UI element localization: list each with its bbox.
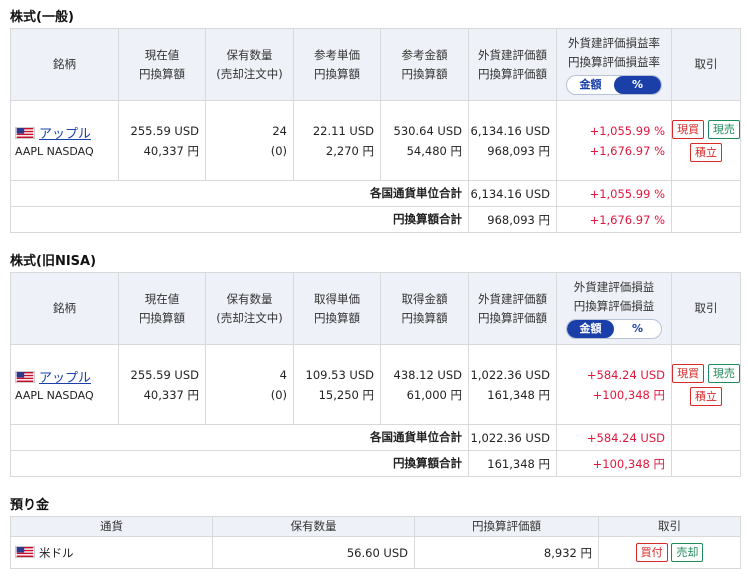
col-header-valuation: 外貨建評価額 円換算評価額 [468, 272, 557, 345]
col-header-currency: 通貨 [10, 516, 213, 537]
total-jpy-value: 968,093 円 [468, 206, 557, 233]
stock-name-cell: アップル AAPL NASDAQ [10, 100, 119, 181]
amount-cell: 438.12 USD 61,000 円 [380, 344, 469, 425]
total-currency-pl: +1,055.99 % [556, 180, 672, 207]
total-currency-label: 各国通貨単位合計 [10, 424, 469, 451]
col-header-unit: 参考単価 円換算額 [293, 28, 381, 101]
deposit-qty: 56.60 USD [212, 536, 415, 569]
total-currency-row: 各国通貨単位合計 1,022.36 USD +584.24 USD [10, 424, 741, 451]
total-currency-label: 各国通貨単位合計 [10, 180, 469, 207]
deposit-jpy: 8,932 円 [414, 536, 599, 569]
sell-button[interactable]: 売却 [671, 543, 704, 562]
pl-cell: +584.24 USD +100,348 円 [556, 344, 672, 425]
col-header-pl: 外貨建評価損益率 円換算評価損益率 金額 % [556, 28, 672, 101]
currency-name: 米ドル [39, 545, 74, 560]
stock-code: AAPL NASDAQ [15, 144, 94, 158]
us-flag-icon [15, 126, 35, 139]
spot-buy-button[interactable]: 現買 [672, 363, 705, 383]
deposit-table: 通貨 保有数量 円換算評価額 取引 米ドル 56.60 USD 8,932 円 … [10, 516, 741, 569]
total-currency-value: 6,134.16 USD [468, 180, 557, 207]
col-header-amount: 取得金額 円換算額 [380, 272, 469, 345]
toggle-percent-option[interactable]: % [614, 76, 661, 94]
pl-cell: +1,055.99 % +1,676.97 % [556, 100, 672, 181]
amount-percent-toggle[interactable]: 金額 % [566, 319, 662, 339]
total-currency-pl: +584.24 USD [556, 424, 672, 451]
holdings-table-general: 銘柄 現在値 円換算額 保有数量 (売却注文中) 参考単価 円換算額 参考金額 円換算額… [10, 28, 741, 233]
amount-percent-toggle[interactable]: 金額 % [566, 75, 662, 95]
table-row: アップル AAPL NASDAQ 255.59 USD 40,337 円 4 (0)… [10, 344, 741, 425]
trade-cell: 現買 現売 積立 [671, 344, 741, 425]
qty-cell: 24 (0) [205, 100, 294, 181]
toggle-amount-option[interactable]: 金額 [567, 320, 614, 338]
col-header-trade: 取引 [671, 272, 741, 345]
accumulate-button[interactable]: 積立 [690, 142, 722, 162]
trade-cell: 買付 売却 [598, 536, 741, 569]
valuation-cell: 6,134.16 USD 968,093 円 [468, 100, 557, 181]
col-header-price: 現在値 円換算額 [118, 28, 206, 101]
price-cell: 255.59 USD 40,337 円 [118, 344, 206, 425]
stock-name-cell: アップル AAPL NASDAQ [10, 344, 119, 425]
col-header-pl: 外貨建評価損益 円換算評価損益 金額 % [556, 272, 672, 345]
spot-sell-button[interactable]: 現売 [707, 363, 740, 383]
total-jpy-row: 円換算額合計 968,093 円 +1,676.97 % [10, 206, 741, 233]
buy-button[interactable]: 買付 [635, 543, 668, 562]
spot-sell-button[interactable]: 現売 [707, 119, 740, 139]
table-row: 米ドル 56.60 USD 8,932 円 買付 売却 [10, 536, 741, 569]
toggle-amount-option[interactable]: 金額 [567, 76, 614, 94]
stock-link-apple[interactable]: アップル [39, 127, 91, 142]
total-jpy-row: 円換算額合計 161,348 円 +100,348 円 [10, 450, 741, 477]
table-row: アップル AAPL NASDAQ 255.59 USD 40,337 円 24 (0… [10, 100, 741, 181]
col-header-amount: 参考金額 円換算額 [380, 28, 469, 101]
col-header-qty: 保有数量 (売却注文中) [205, 28, 294, 101]
holdings-table-old-nisa: 銘柄 現在値 円換算額 保有数量 (売却注文中) 取得単価 円換算額 取得金額 円換算額… [10, 272, 741, 477]
total-jpy-pl: +100,348 円 [556, 450, 672, 477]
stock-link-apple[interactable]: アップル [39, 371, 91, 386]
currency-cell: 米ドル [10, 536, 213, 569]
price-cell: 255.59 USD 40,337 円 [118, 100, 206, 181]
section-title-old-nisa: 株式(旧NISA) [10, 254, 97, 269]
spot-buy-button[interactable]: 現買 [672, 119, 705, 139]
col-header-price: 現在値 円換算額 [118, 272, 206, 345]
col-header-name: 銘柄 [10, 272, 119, 345]
total-currency-value: 1,022.36 USD [468, 424, 557, 451]
total-jpy-label: 円換算額合計 [10, 450, 469, 477]
stock-code: AAPL NASDAQ [15, 388, 94, 402]
trade-cell: 現買 現売 積立 [671, 100, 741, 181]
col-header-qty: 保有数量 [212, 516, 415, 537]
us-flag-icon [15, 545, 35, 558]
amount-cell: 530.64 USD 54,480 円 [380, 100, 469, 181]
col-header-trade: 取引 [598, 516, 741, 537]
total-currency-row: 各国通貨単位合計 6,134.16 USD +1,055.99 % [10, 180, 741, 207]
col-header-jpy-valuation: 円換算評価額 [414, 516, 599, 537]
section-title-general: 株式(一般) [10, 10, 74, 25]
col-header-name: 銘柄 [10, 28, 119, 101]
accumulate-button[interactable]: 積立 [690, 386, 722, 406]
qty-cell: 4 (0) [205, 344, 294, 425]
unit-cell: 109.53 USD 15,250 円 [293, 344, 381, 425]
toggle-percent-option[interactable]: % [614, 320, 661, 338]
total-jpy-value: 161,348 円 [468, 450, 557, 477]
section-title-deposit: 預り金 [10, 498, 50, 513]
col-header-trade: 取引 [671, 28, 741, 101]
unit-cell: 22.11 USD 2,270 円 [293, 100, 381, 181]
total-jpy-pl: +1,676.97 % [556, 206, 672, 233]
col-header-valuation: 外貨建評価額 円換算評価額 [468, 28, 557, 101]
total-jpy-label: 円換算額合計 [10, 206, 469, 233]
valuation-cell: 1,022.36 USD 161,348 円 [468, 344, 557, 425]
col-header-qty: 保有数量 (売却注文中) [205, 272, 294, 345]
us-flag-icon [15, 370, 35, 383]
col-header-unit: 取得単価 円換算額 [293, 272, 381, 345]
